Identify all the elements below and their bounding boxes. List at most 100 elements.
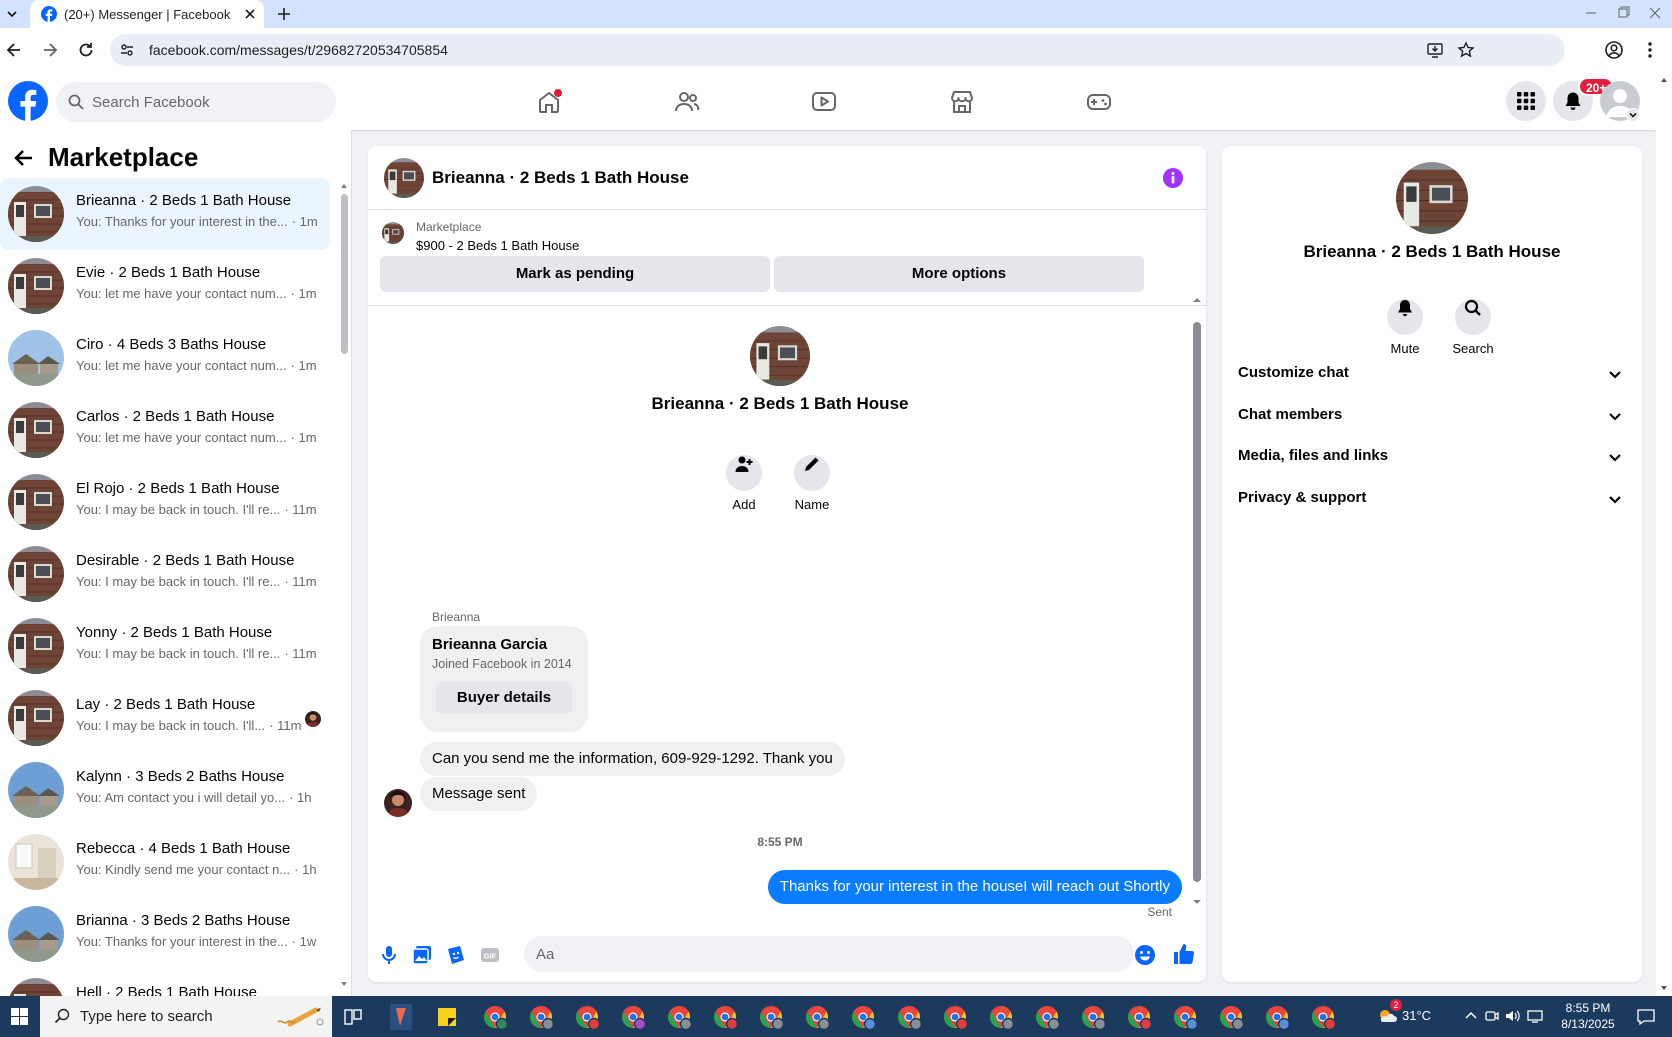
temperature[interactable]: 31°C [1402, 1008, 1431, 1023]
task-view-icon[interactable] [336, 1000, 370, 1034]
back-arrow-icon[interactable] [12, 146, 36, 170]
chrome-window-icon[interactable] [938, 1000, 972, 1034]
chrome-window-icon[interactable] [478, 1000, 512, 1034]
listing-price[interactable]: $900 - 2 Beds 1 Bath House [416, 238, 579, 253]
chat-avatar[interactable] [384, 158, 424, 198]
facebook-logo-icon[interactable] [8, 81, 48, 121]
info-section[interactable]: Chat members [1230, 394, 1634, 438]
thumbs-up-icon[interactable] [1172, 942, 1196, 966]
more-options-button[interactable]: More options [774, 256, 1144, 292]
listing-thumbnail[interactable] [382, 222, 404, 244]
conversation-item[interactable]: Lay · 2 Beds 1 Bath House You: I may be b… [0, 682, 330, 754]
back-icon[interactable] [4, 40, 24, 60]
taskbar-search[interactable] [40, 996, 332, 1037]
chrome-window-icon[interactable] [800, 1000, 834, 1034]
chrome-window-icon[interactable] [708, 1000, 742, 1034]
name-button[interactable]: Name [782, 446, 842, 512]
chat-scrollbar[interactable] [1190, 296, 1202, 908]
bookmark-star-icon[interactable] [1457, 41, 1475, 59]
mute-button[interactable]: Mute [1370, 290, 1440, 356]
chrome-window-icon[interactable] [524, 1000, 558, 1034]
chrome-window-icon[interactable] [892, 1000, 926, 1034]
conversation-item[interactable]: Hell · 2 Beds 1 Bath House [0, 970, 330, 996]
install-app-icon[interactable] [1426, 41, 1444, 59]
url-text[interactable]: facebook.com/messages/t/2968272053470585… [149, 42, 448, 58]
notification-center-icon[interactable] [1636, 1007, 1656, 1027]
reload-icon[interactable] [76, 40, 96, 60]
search-chat-button[interactable]: Search [1438, 290, 1508, 356]
buyer-details-button[interactable]: Buyer details [436, 682, 572, 714]
conversation-item[interactable]: Rebecca · 4 Beds 1 Bath House You: Kindly… [0, 826, 330, 898]
address-bar[interactable]: facebook.com/messages/t/2968272053470585… [110, 34, 1565, 66]
conversation-scrollbar[interactable] [340, 182, 348, 996]
info-section[interactable]: Customize chat [1230, 352, 1634, 396]
conversation-item[interactable]: Yonny · 2 Beds 1 Bath House You: I may be… [0, 610, 330, 682]
browser-tab[interactable]: (20+) Messenger | Facebook [30, 0, 264, 28]
network-icon[interactable] [1526, 1008, 1546, 1024]
close-window-icon[interactable] [1644, 4, 1666, 22]
conversation-item[interactable]: Kalynn · 3 Beds 2 Baths House You: Am con… [0, 754, 330, 826]
chrome-window-icon[interactable] [1260, 1000, 1294, 1034]
chrome-window-icon[interactable] [1306, 1000, 1340, 1034]
outgoing-message[interactable]: Thanks for your interest in the houseI w… [767, 870, 1182, 904]
chrome-window-icon[interactable] [570, 1000, 604, 1034]
chrome-window-icon[interactable] [984, 1000, 1018, 1034]
sticky-notes-icon[interactable] [430, 1000, 464, 1034]
chrome-window-icon[interactable] [616, 1000, 650, 1034]
chrome-window-icon[interactable] [1122, 1000, 1156, 1034]
conversation-item[interactable]: Brieanna · 2 Beds 1 Bath House You: Thank… [0, 178, 330, 250]
conversation-item[interactable]: Carlos · 2 Beds 1 Bath House You: let me … [0, 394, 330, 466]
conversation-item[interactable]: Brianna · 3 Beds 2 Baths House You: Thank… [0, 898, 330, 970]
photo-icon[interactable] [411, 944, 433, 966]
info-avatar[interactable] [1396, 162, 1468, 234]
site-settings-icon[interactable] [119, 42, 135, 58]
browser-menu-icon[interactable] [1640, 40, 1660, 60]
sender-avatar[interactable] [384, 789, 412, 817]
forward-icon[interactable] [40, 40, 60, 60]
chrome-window-icon[interactable] [1168, 1000, 1202, 1034]
restore-icon[interactable] [1612, 4, 1634, 22]
scrollbar-thumb[interactable] [341, 194, 348, 354]
incoming-message[interactable]: Message sent [420, 777, 538, 811]
chrome-window-icon[interactable] [1076, 1000, 1110, 1034]
tab-search-chevron-icon[interactable] [3, 6, 21, 22]
emoji-icon[interactable] [1134, 944, 1156, 966]
chat-title[interactable]: Brieanna · 2 Beds 1 Bath House [432, 168, 689, 188]
chrome-window-icon[interactable] [662, 1000, 696, 1034]
sticker-icon[interactable] [445, 944, 467, 966]
conversation-item[interactable]: Desirable · 2 Beds 1 Bath House You: I ma… [0, 538, 330, 610]
profile-avatar[interactable] [750, 326, 810, 386]
incoming-message[interactable]: Can you send me the information, 609-929… [420, 742, 845, 776]
profile-icon[interactable] [1604, 40, 1624, 60]
chrome-window-icon[interactable] [754, 1000, 788, 1034]
nav-gaming[interactable] [1077, 82, 1121, 122]
start-button[interactable] [0, 996, 40, 1037]
pinned-app-icon[interactable] [384, 1000, 418, 1034]
page-scrollbar[interactable] [1656, 72, 1672, 996]
nav-home[interactable] [527, 82, 571, 122]
nav-marketplace[interactable] [940, 82, 984, 122]
facebook-search[interactable] [56, 82, 336, 122]
nav-friends[interactable] [665, 82, 709, 122]
minimize-icon[interactable] [1580, 4, 1602, 22]
taskbar-clock[interactable]: 8:55 PM 8/13/2025 [1556, 1000, 1620, 1032]
message-input[interactable] [524, 936, 1134, 972]
conversation-item[interactable]: Ciro · 4 Beds 3 Baths House You: let me h… [0, 322, 330, 394]
chrome-window-icon[interactable] [1030, 1000, 1064, 1034]
menu-button[interactable] [1506, 81, 1546, 121]
new-tab-icon[interactable] [275, 5, 293, 23]
info-icon[interactable] [1162, 167, 1184, 189]
chrome-window-icon[interactable] [846, 1000, 880, 1034]
microphone-icon[interactable] [378, 944, 400, 966]
nav-video[interactable] [802, 82, 846, 122]
volume-icon[interactable] [1504, 1008, 1522, 1024]
search-input[interactable] [92, 82, 322, 122]
info-section[interactable]: Privacy & support [1230, 477, 1634, 521]
conversation-item[interactable]: El Rojo · 2 Beds 1 Bath House You: I may … [0, 466, 330, 538]
gif-icon[interactable]: GIF [479, 944, 501, 966]
info-section[interactable]: Media, files and links [1230, 435, 1634, 479]
chat-scrollbar-thumb[interactable] [1193, 322, 1201, 882]
conversation-item[interactable]: Evie · 2 Beds 1 Bath House You: let me ha… [0, 250, 330, 322]
chrome-window-icon[interactable] [1214, 1000, 1248, 1034]
add-people-button[interactable]: Add [714, 446, 774, 512]
